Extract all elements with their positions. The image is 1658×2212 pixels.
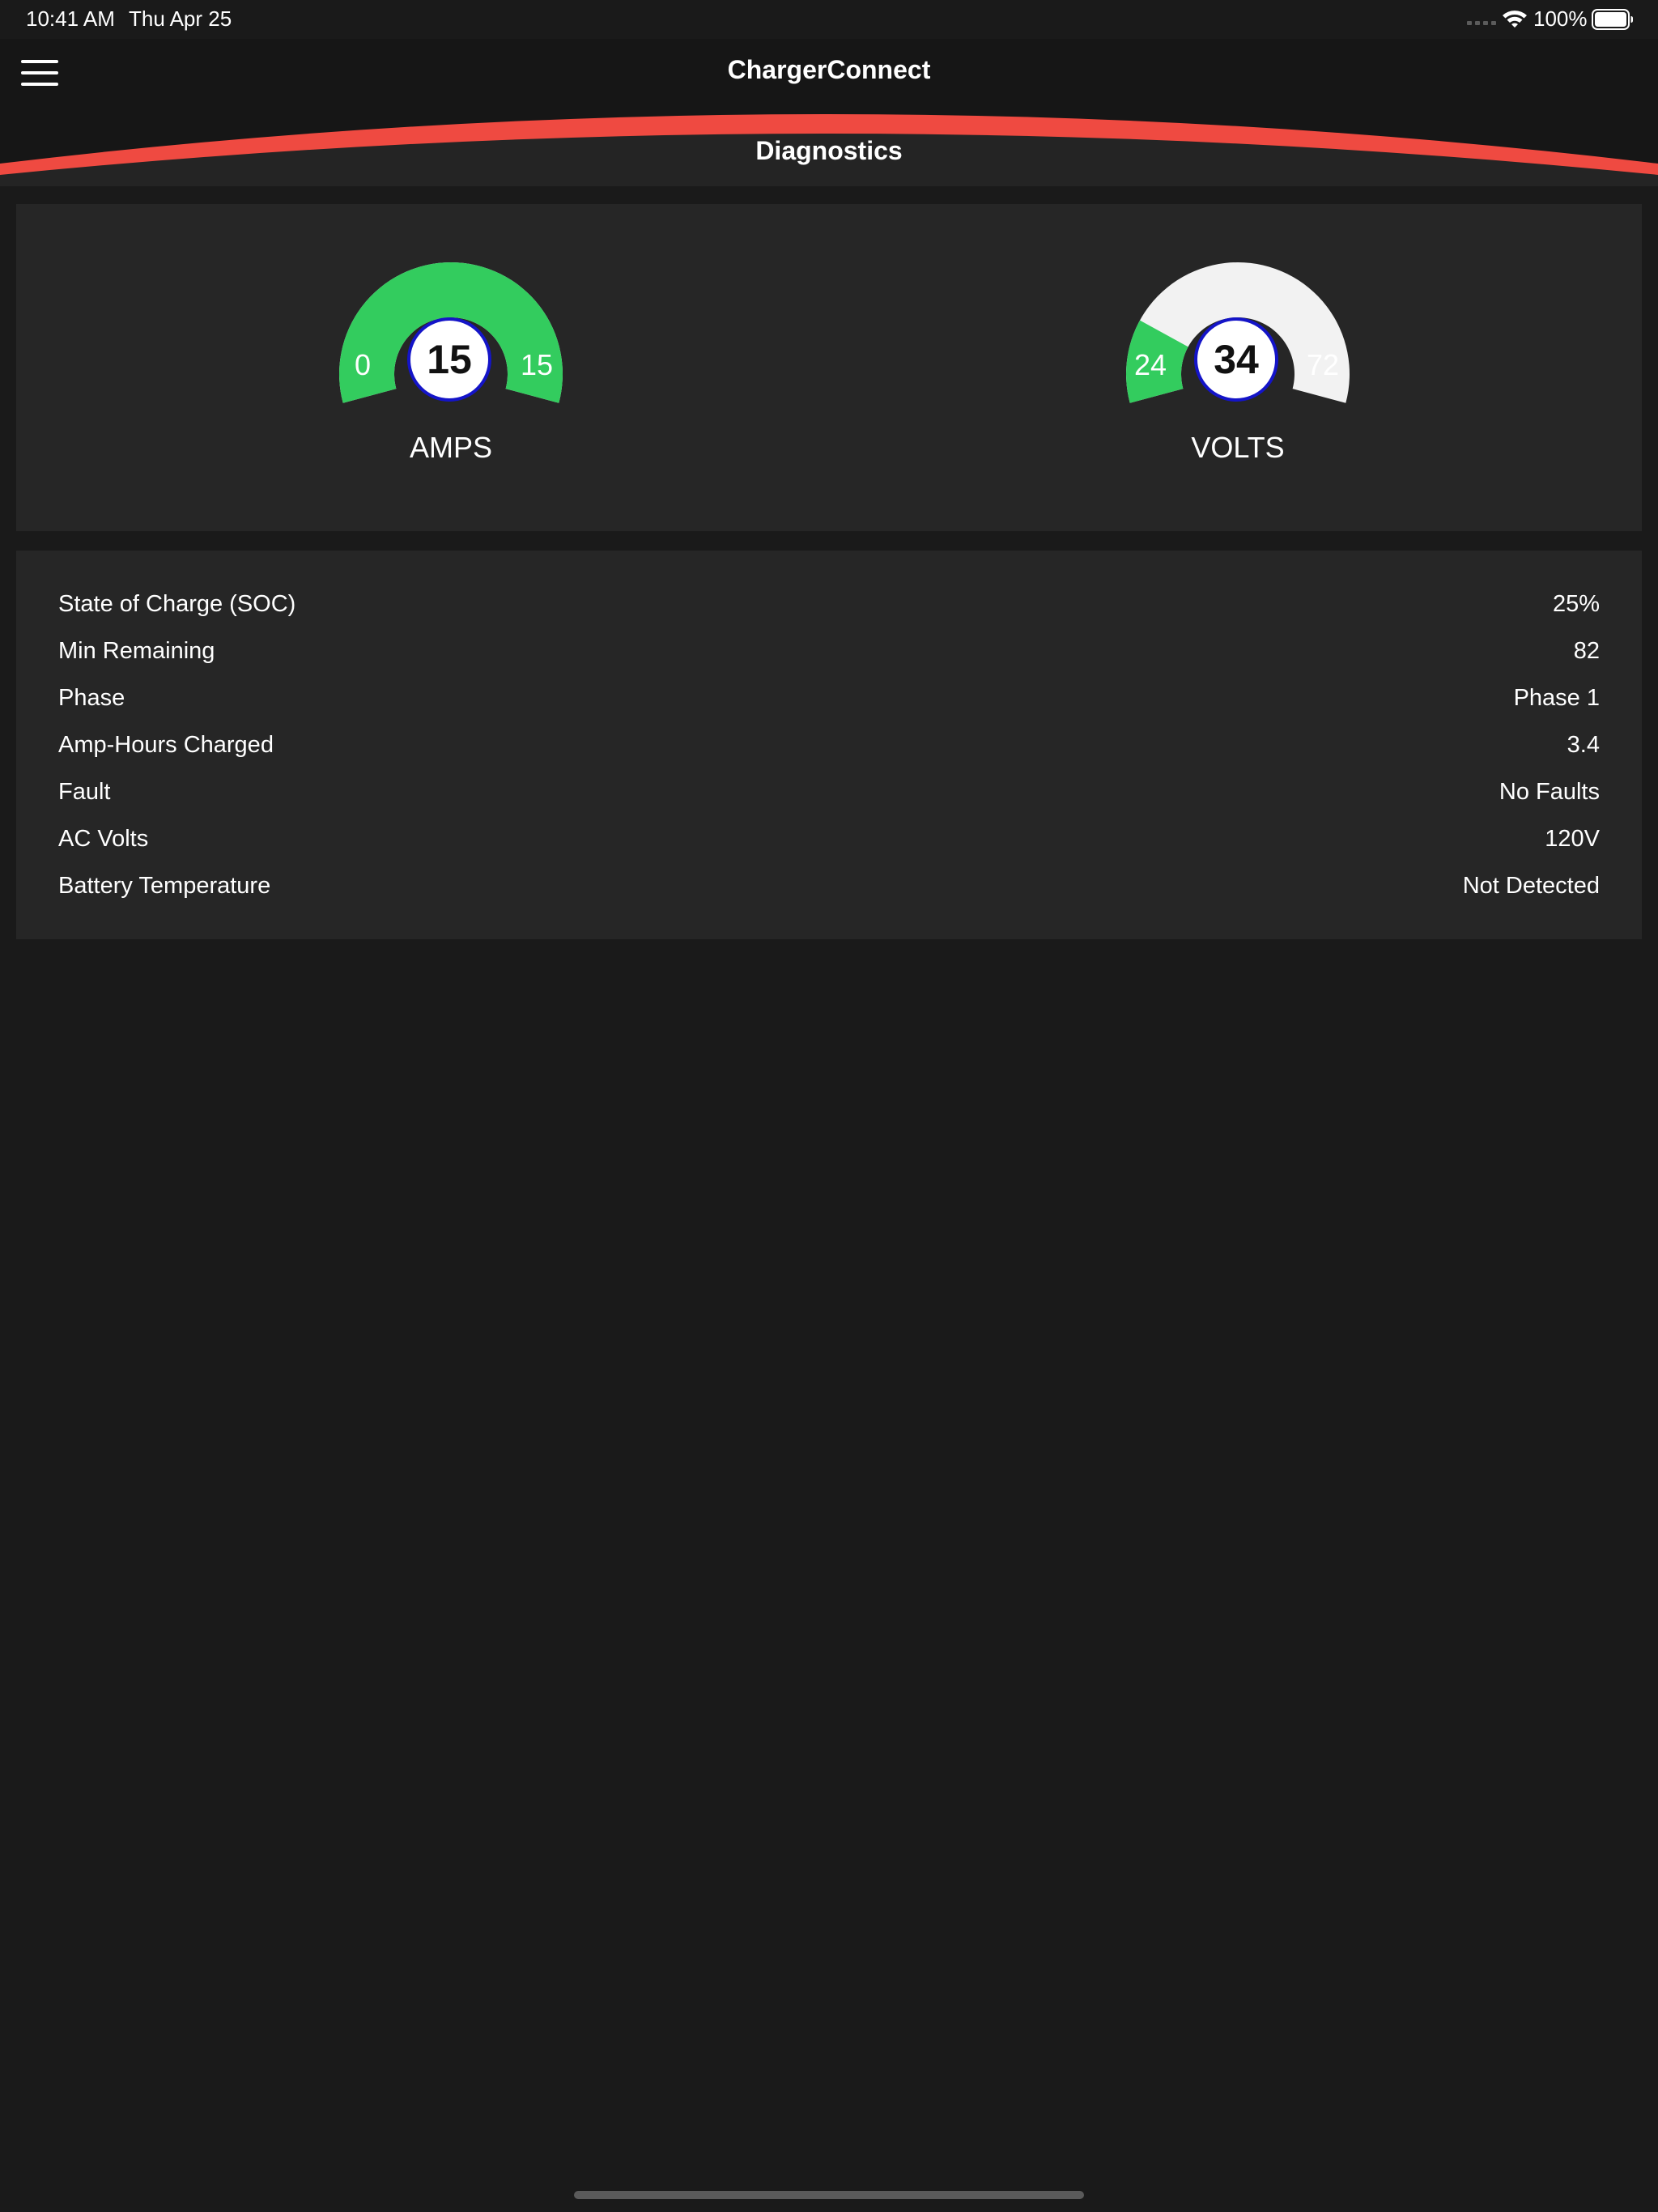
diagnostic-value: 120V: [1545, 826, 1600, 852]
volts-gauge: 24 72 34 VOLTS: [1108, 204, 1367, 531]
signal-icon: [1467, 21, 1496, 25]
wifi-icon: [1503, 11, 1527, 28]
gauge-value: 15: [407, 317, 491, 402]
diagnostic-label: AC Volts: [58, 826, 149, 852]
home-indicator[interactable]: [574, 2191, 1084, 2199]
gauge-max-label: 15: [521, 348, 554, 381]
status-date: Thu Apr 25: [129, 6, 232, 31]
battery-percent: 100%: [1533, 6, 1588, 31]
diagnostic-row: Battery Temperature Not Detected: [58, 866, 1600, 907]
status-bar: 10:41 AM Thu Apr 25 100%: [0, 0, 1658, 39]
gauge-max-label: 72: [1307, 348, 1340, 381]
diagnostic-row: Fault No Faults: [58, 772, 1600, 813]
gauge-value: 34: [1194, 317, 1278, 402]
diagnostics-card: State of Charge (SOC) 25% Min Remaining …: [16, 551, 1642, 939]
diagnostic-row: Phase Phase 1: [58, 678, 1600, 719]
diagnostic-value: Not Detected: [1462, 873, 1600, 899]
diagnostic-label: Battery Temperature: [58, 873, 271, 899]
diagnostic-value: 3.4: [1567, 732, 1600, 758]
status-time: 10:41 AM: [26, 6, 115, 31]
diagnostic-row: Amp-Hours Charged 3.4: [58, 725, 1600, 766]
nav-bar: ChargerConnect Diagnostics: [0, 39, 1658, 186]
diagnostic-value: 25%: [1552, 591, 1600, 617]
gauge-min-label: 0: [355, 348, 372, 381]
section-title: Diagnostics: [755, 136, 903, 165]
app-screen: 10:41 AM Thu Apr 25 100% ChargerConnect: [0, 0, 1658, 2212]
diagnostic-label: Amp-Hours Charged: [58, 732, 274, 758]
amps-gauge: 0 15 15 AMPS: [321, 204, 580, 531]
diagnostic-label: Min Remaining: [58, 638, 215, 664]
diagnostic-row: Min Remaining 82: [58, 632, 1600, 672]
diagnostic-label: State of Charge (SOC): [58, 591, 296, 617]
battery-icon: [1592, 9, 1633, 30]
diagnostic-value: Phase 1: [1513, 685, 1600, 711]
app-title: ChargerConnect: [727, 55, 931, 84]
gauge-card: 0 15 15 AMPS 24 72 34 VOLTS: [16, 204, 1642, 531]
diagnostic-value: 82: [1573, 638, 1600, 664]
gauge-min-label: 24: [1134, 348, 1167, 381]
gauge-label: VOLTS: [1191, 431, 1285, 464]
diagnostic-label: Fault: [58, 779, 111, 805]
diagnostic-row: AC Volts 120V: [58, 819, 1600, 860]
diagnostic-value: No Faults: [1499, 779, 1600, 805]
diagnostic-row: State of Charge (SOC) 25%: [58, 585, 1600, 625]
diagnostic-label: Phase: [58, 685, 125, 711]
gauge-label: AMPS: [409, 431, 493, 464]
